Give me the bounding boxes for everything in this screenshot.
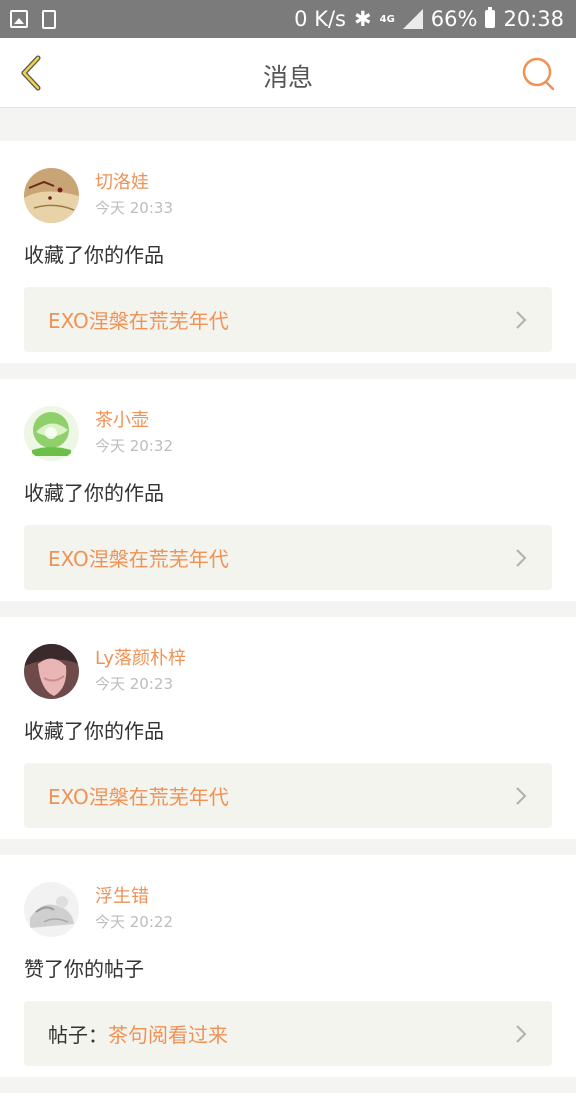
post-link[interactable]: 帖子：茶句阅看过来	[24, 1001, 552, 1066]
message-meta: 浮生错 今天 20:22	[95, 885, 173, 933]
message-list: 切洛娃 今天 20:33 收藏了你的作品 EXO涅槃在荒芜年代 茶小壶 今天 2…	[0, 109, 576, 1093]
message-card: 切洛娃 今天 20:33 收藏了你的作品 EXO涅槃在荒芜年代	[0, 141, 576, 363]
network-speed: 0 K/s	[294, 7, 346, 31]
chevron-right-icon	[516, 786, 527, 805]
message-meta: 茶小壶 今天 20:32	[95, 409, 173, 457]
search-icon	[522, 57, 555, 91]
message-header: 浮生错 今天 20:22	[24, 881, 552, 937]
work-title: EXO涅槃在荒芜年代	[48, 785, 229, 809]
timestamp: 今天 20:22	[95, 913, 173, 931]
timestamp: 今天 20:23	[95, 675, 173, 693]
post-title: 茶句阅看过来	[108, 1023, 228, 1047]
message-card: 茶小壶 今天 20:32 收藏了你的作品 EXO涅槃在荒芜年代	[0, 379, 576, 601]
username[interactable]: Ly落颜朴梓	[95, 647, 186, 671]
chevron-right-icon	[516, 310, 527, 329]
work-link[interactable]: EXO涅槃在荒芜年代	[24, 287, 552, 352]
cleaner-notification-icon	[42, 9, 56, 29]
username[interactable]: 茶小壶	[95, 409, 173, 433]
timestamp: 今天 20:32	[95, 437, 173, 455]
message-header: 茶小壶 今天 20:32	[24, 405, 552, 461]
chevron-right-icon	[516, 1024, 527, 1043]
work-link[interactable]: EXO涅槃在荒芜年代	[24, 763, 552, 828]
work-title: EXO涅槃在荒芜年代	[48, 547, 229, 571]
action-text: 赞了你的帖子	[24, 957, 144, 981]
search-button[interactable]	[518, 54, 558, 94]
bluetooth-icon: ✱	[354, 7, 372, 31]
action-text: 收藏了你的作品	[24, 243, 164, 267]
nav-bar: 消息	[0, 38, 576, 108]
message-card: Ly落颜朴梓 今天 20:23 收藏了你的作品 EXO涅槃在荒芜年代	[0, 617, 576, 839]
avatar-image	[24, 167, 79, 223]
battery-percent: 66%	[430, 7, 478, 31]
message-header: Ly落颜朴梓 今天 20:23	[24, 643, 552, 699]
avatar-image	[24, 881, 79, 937]
message-card: 浮生错 今天 20:22 赞了你的帖子 帖子：茶句阅看过来	[0, 855, 576, 1077]
work-link[interactable]: EXO涅槃在荒芜年代	[24, 525, 552, 590]
network-type: 4G	[379, 13, 395, 25]
avatar[interactable]	[24, 643, 79, 699]
timestamp: 今天 20:33	[95, 199, 173, 217]
image-notification-icon	[10, 10, 28, 28]
action-text: 收藏了你的作品	[24, 481, 164, 505]
battery-icon	[485, 7, 496, 28]
post-link-text: 帖子：茶句阅看过来	[48, 1019, 228, 1048]
avatar-image	[24, 643, 79, 699]
work-title: EXO涅槃在荒芜年代	[48, 309, 229, 333]
status-indicators: 0 K/s ✱ 4G 66% 20:38	[294, 7, 564, 31]
post-prefix: 帖子：	[48, 1023, 108, 1047]
clock: 20:38	[503, 7, 564, 31]
avatar[interactable]	[24, 881, 79, 937]
status-bar: 0 K/s ✱ 4G 66% 20:38	[0, 0, 576, 38]
signal-icon	[402, 9, 423, 29]
avatar[interactable]	[24, 167, 79, 223]
message-header: 切洛娃 今天 20:33	[24, 167, 552, 223]
avatar-image	[24, 405, 79, 461]
message-meta: 切洛娃 今天 20:33	[95, 171, 173, 219]
username[interactable]: 切洛娃	[95, 171, 173, 195]
action-text: 收藏了你的作品	[24, 719, 164, 743]
status-notifications	[10, 9, 56, 29]
message-meta: Ly落颜朴梓 今天 20:23	[95, 647, 186, 695]
avatar[interactable]	[24, 405, 79, 461]
chevron-right-icon	[516, 548, 527, 567]
username[interactable]: 浮生错	[95, 885, 173, 909]
page-title: 消息	[262, 63, 313, 92]
